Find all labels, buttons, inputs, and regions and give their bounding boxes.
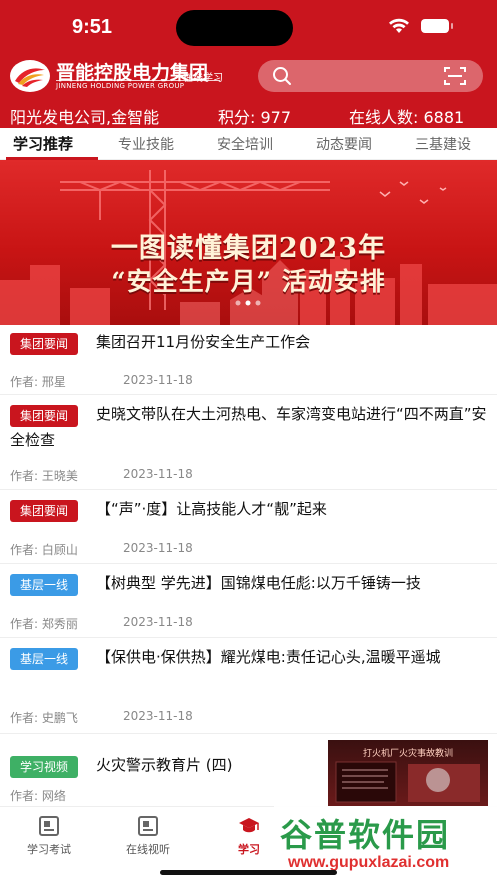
news-author: 史鹏飞	[41, 711, 78, 725]
author-label: 作者:	[10, 469, 39, 483]
search-icon[interactable]	[272, 66, 292, 86]
nav-exam-label: 学习考试	[27, 843, 71, 856]
watermark-text: 谷普软件园	[280, 816, 451, 854]
author-label: 作者:	[10, 375, 39, 389]
news-meta: 作者: 史鹏飞 2023-11-18	[10, 709, 193, 726]
news-title: 【树典型 学先进】国锦煤电任彪:以万千锤铸一技	[96, 574, 421, 592]
online-count-info: 在线人数: 6881	[349, 104, 464, 128]
news-meta: 作者: 郑秀丽 2023-11-18	[10, 615, 193, 632]
user-name: 阳光发电公司,金智能	[10, 108, 160, 127]
news-meta: 作者: 王晓美 2023-11-18	[10, 467, 193, 484]
search-bar[interactable]	[258, 60, 483, 92]
company-logo-icon	[10, 60, 50, 92]
news-author: 网络	[41, 789, 66, 803]
online-label: 在线人数:	[349, 108, 419, 127]
news-author: 白顾山	[41, 543, 78, 557]
status-bar: 9:51	[0, 0, 497, 50]
news-title: 【保供电·保供热】耀光煤电:责任记心头,温暖平遥城	[96, 648, 441, 666]
online-value: 6881	[423, 108, 465, 127]
author-label: 作者:	[10, 617, 39, 631]
author-label: 作者:	[10, 789, 39, 803]
nav-video[interactable]: 在线视听	[113, 815, 183, 857]
score-value: 977	[260, 108, 292, 127]
nav-video-label: 在线视听	[126, 843, 170, 856]
news-meta: 作者: 白顾山 2023-11-18	[10, 541, 193, 558]
news-author: 邢星	[41, 375, 66, 389]
news-meta: 作者: 邢星 2023-11-18	[10, 373, 193, 390]
graduation-cap-icon	[239, 818, 259, 833]
news-item[interactable]: 基层一线 【保供电·保供热】耀光煤电:责任记心头,温暖平遥城 作者: 史鹏飞 2…	[0, 638, 497, 734]
tab-three-basics[interactable]: 三基建设	[415, 134, 471, 154]
news-title: 集团召开11月份安全生产工作会	[96, 333, 311, 351]
nav-study-label: 学习	[238, 843, 260, 856]
user-info-row: 阳光发电公司,金智能 积分: 977 在线人数: 6881	[0, 100, 497, 128]
home-indicator	[160, 870, 337, 875]
news-author: 王晓美	[41, 469, 78, 483]
news-item[interactable]: 集团要闻 【“声”·度】让高技能人才“靓”起来 作者: 白顾山 2023-11-…	[0, 490, 497, 564]
banner-subtitle: “安全生产月” 活动安排	[111, 267, 386, 296]
video-thumbnail[interactable]: 打火机厂火灾事故教训	[328, 740, 488, 806]
nav-exam[interactable]: 学习考试	[14, 815, 84, 857]
brand-english-name: JINNENG HOLDING POWER GROUP	[56, 82, 185, 90]
video-thumbnail-image	[335, 761, 480, 803]
author-label: 作者:	[10, 543, 39, 557]
news-item[interactable]: 集团要闻 史晓文带队在大土河热电、车家湾变电站进行“四不两直”安全检查 作者: …	[0, 395, 497, 490]
news-title: 火灾警示教育片 (四)	[96, 756, 233, 774]
news-author: 郑秀丽	[41, 617, 78, 631]
score-info: 积分: 977	[218, 104, 291, 128]
dynamic-island	[176, 10, 293, 46]
news-date: 2023-11-18	[123, 541, 193, 555]
tab-news[interactable]: 动态要闻	[316, 134, 372, 154]
app-header: 9:51 晋能控股电力集团 JINNENG HOLDING POWER GROU…	[0, 0, 497, 128]
status-time: 9:51	[72, 16, 113, 38]
video-icon	[138, 816, 158, 836]
tab-professional-skills[interactable]: 专业技能	[118, 134, 174, 154]
news-date: 2023-11-18	[123, 373, 193, 387]
brand-suffix: 在线学习	[183, 73, 223, 84]
news-title: 史晓文带队在大土河热电、车家湾变电站进行“四不两直”安全检查	[10, 405, 487, 449]
news-date: 2023-11-18	[123, 709, 193, 723]
score-label: 积分:	[218, 108, 256, 127]
banner-title: 一图读懂集团2023年	[110, 233, 387, 264]
tab-learning-recommend[interactable]: 学习推荐	[13, 133, 73, 154]
news-title: 【“声”·度】让高技能人才“靓”起来	[96, 500, 327, 518]
author-label: 作者:	[10, 711, 39, 725]
category-tabs: 学习推荐 专业技能 安全培训 动态要闻 三基建设	[0, 128, 497, 160]
news-date: 2023-11-18	[123, 615, 193, 629]
scan-icon[interactable]	[444, 66, 466, 86]
tab-safety-training[interactable]: 安全培训	[217, 134, 273, 154]
news-item[interactable]: 集团要闻 集团召开11月份安全生产工作会 作者: 邢星 2023-11-18	[0, 325, 497, 395]
news-meta: 作者: 网络	[10, 787, 66, 804]
exam-icon	[39, 816, 59, 836]
news-item[interactable]: 基层一线 【树典型 学先进】国锦煤电任彪:以万千锤铸一技 作者: 郑秀丽 202…	[0, 564, 497, 638]
news-date: 2023-11-18	[123, 467, 193, 481]
banner-carousel[interactable]: 一图读懂集团2023年 “安全生产月” 活动安排	[0, 160, 497, 325]
battery-icon	[421, 19, 453, 33]
wifi-icon	[389, 18, 409, 33]
